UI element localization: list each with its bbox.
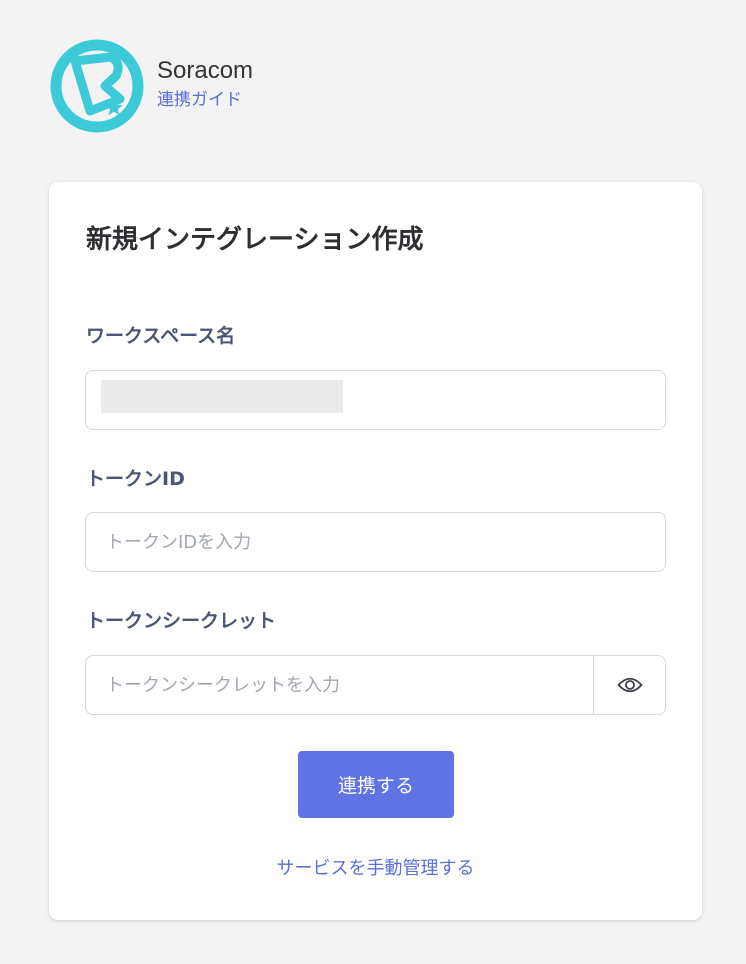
app-header: Soracom 連携ガイド (50, 39, 253, 133)
page-title: 新規インテグレーション作成 (86, 225, 424, 255)
integration-form-card: 新規インテグレーション作成 ワークスペース名 トークンID トークンシークレット… (49, 182, 702, 920)
token-secret-label: トークンシークレット (86, 610, 277, 632)
redacted-value (101, 380, 343, 413)
brand-block: Soracom 連携ガイド (157, 57, 253, 112)
show-secret-button[interactable] (593, 656, 665, 714)
token-secret-group (85, 655, 666, 715)
token-id-label: トークンID (86, 468, 185, 490)
connect-button[interactable]: 連携する (298, 751, 454, 818)
manual-manage-link[interactable]: サービスを手動管理する (49, 856, 702, 882)
soracom-logo-icon (50, 39, 144, 133)
integration-guide-link[interactable]: 連携ガイド (157, 88, 242, 112)
token-id-input[interactable] (85, 512, 666, 572)
eye-icon (617, 677, 642, 693)
workspace-name-label: ワークスペース名 (86, 325, 236, 347)
workspace-name-field-wrap (85, 370, 666, 430)
token-secret-input[interactable] (86, 656, 593, 714)
brand-name: Soracom (157, 56, 254, 84)
